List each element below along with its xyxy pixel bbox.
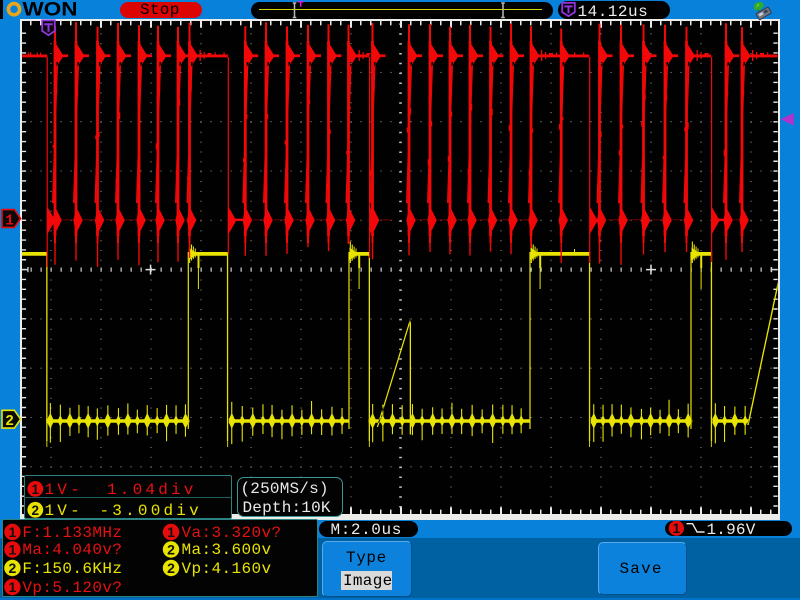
svg-text:1: 1: [673, 521, 681, 536]
